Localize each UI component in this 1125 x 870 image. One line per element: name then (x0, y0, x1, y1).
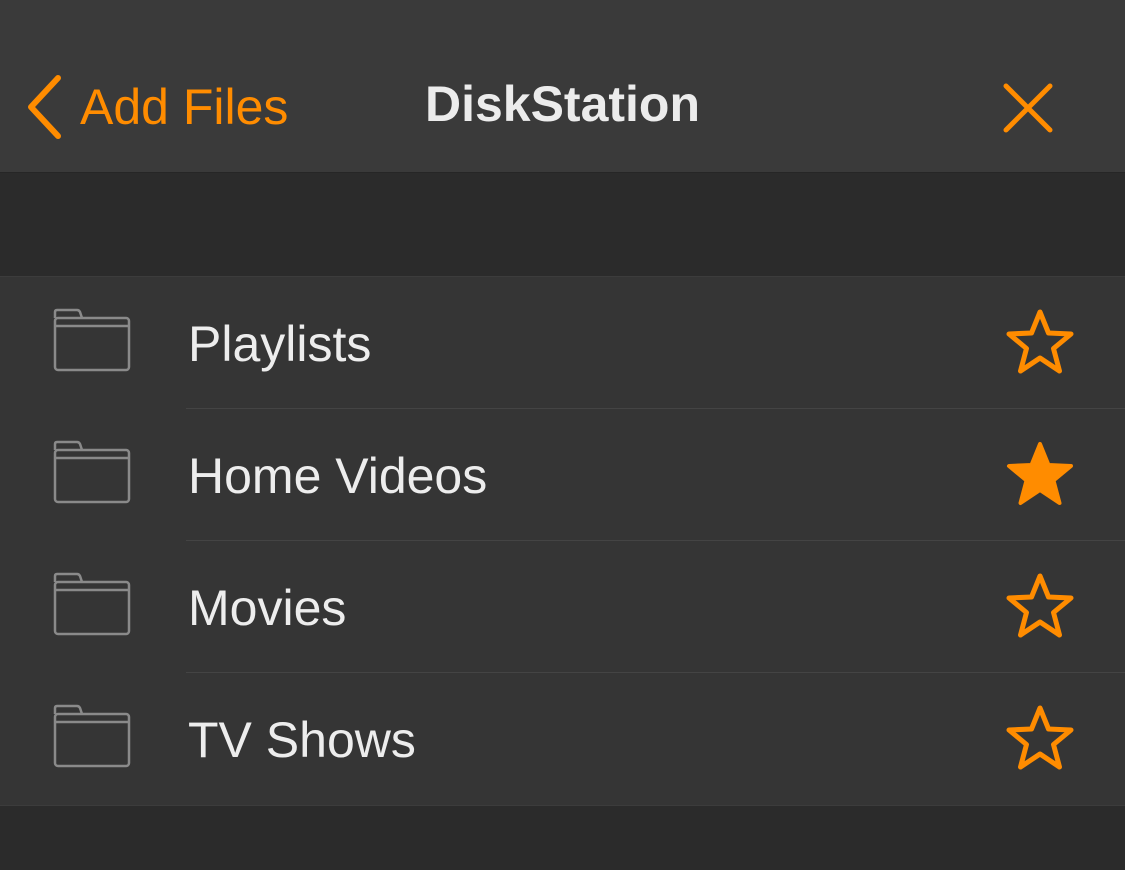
list-item-movies[interactable]: Movies (0, 541, 1125, 673)
close-icon (1000, 83, 1056, 140)
folder-icon (53, 572, 131, 636)
list-item-label: Movies (188, 580, 347, 636)
list-item-home-videos[interactable]: Home Videos (0, 409, 1125, 541)
list-item-tv-shows[interactable]: TV Shows (0, 673, 1125, 805)
list-item-label: Home Videos (188, 448, 488, 504)
favorite-star-icon[interactable] (1004, 572, 1076, 640)
favorite-star-icon[interactable] (1004, 704, 1076, 772)
folder-icon (53, 308, 131, 372)
list-item-label: Playlists (188, 316, 372, 372)
folder-icon (53, 704, 131, 768)
folder-icon (53, 440, 131, 504)
navigation-bar: Add Files DiskStation (0, 0, 1125, 173)
favorite-star-icon[interactable] (1004, 308, 1076, 376)
section-header-spacer (0, 173, 1125, 276)
favorite-star-filled-icon[interactable] (1004, 440, 1076, 508)
page-title: DiskStation (424, 76, 701, 132)
list-item-label: TV Shows (188, 712, 416, 768)
list-item-playlists[interactable]: Playlists (0, 277, 1125, 409)
empty-background (0, 806, 1125, 870)
folder-list: Playlists Home Videos Movies TV Shows (0, 276, 1125, 806)
close-button[interactable] (1000, 80, 1056, 136)
